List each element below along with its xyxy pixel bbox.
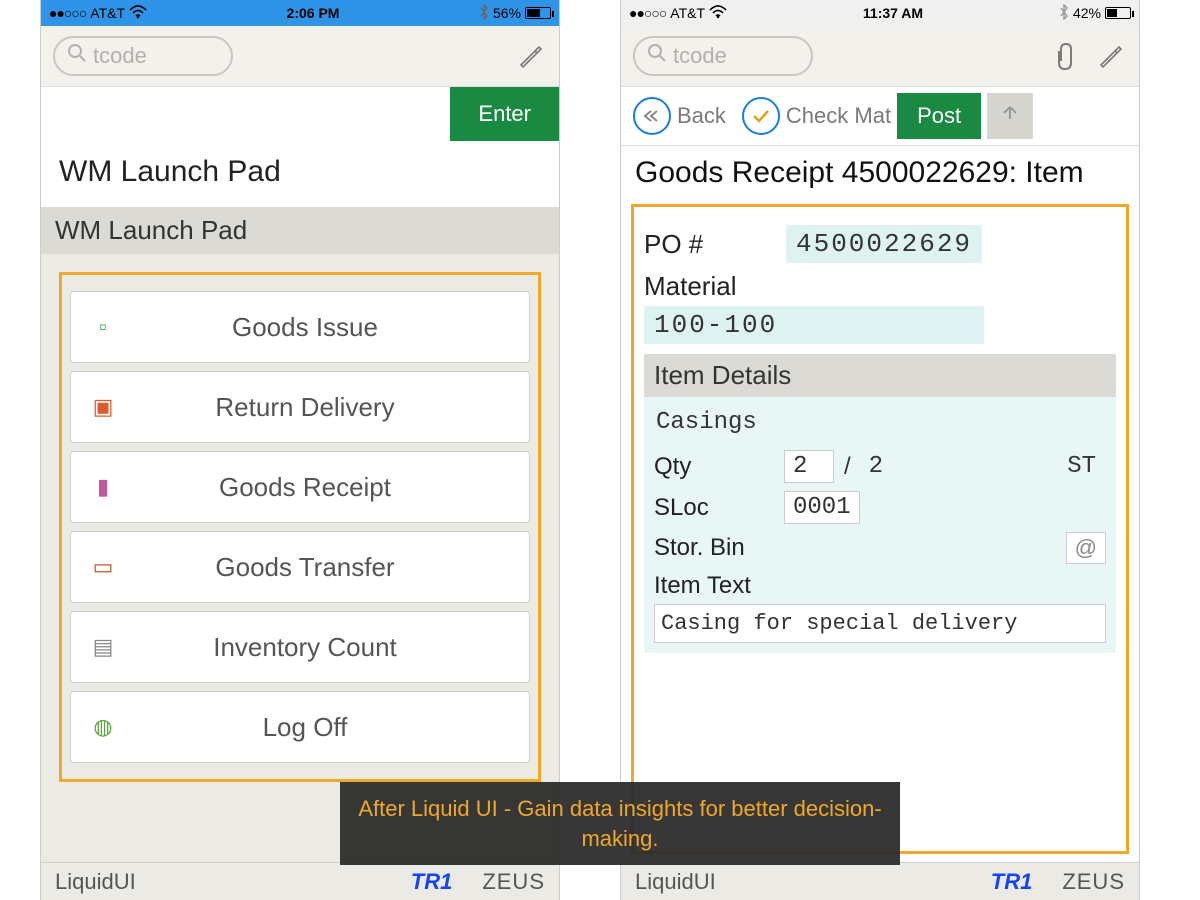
item-details-header: Item Details: [644, 354, 1116, 397]
sloc-input[interactable]: 0001: [784, 491, 860, 524]
footer-bar: LiquidUI TR1 ZEUS: [41, 862, 559, 900]
search-placeholder: tcode: [93, 43, 147, 69]
menu-item-goods-receipt[interactable]: ▮ Goods Receipt: [70, 451, 530, 523]
item-details-section: Casings Qty 2 / 2 ST SLoc 0001 Stor. Bin: [644, 397, 1116, 653]
back-label[interactable]: Back: [677, 103, 726, 129]
footer-brand: LiquidUI: [55, 869, 136, 895]
screwdriver-icon[interactable]: [1093, 39, 1127, 73]
carrier-label: AT&T: [670, 5, 705, 21]
form-body: PO # 4500022629 Material 100-100 Item De…: [621, 204, 1139, 862]
copy-icon: ▭: [89, 554, 117, 580]
storbin-label: Stor. Bin: [654, 534, 774, 562]
at-icon[interactable]: @: [1066, 532, 1106, 564]
itemtext-label: Item Text: [654, 572, 1106, 600]
search-icon: [67, 43, 87, 69]
clock-label: 11:37 AM: [863, 5, 923, 21]
screwdriver-icon[interactable]: [513, 39, 547, 73]
search-input[interactable]: tcode: [633, 36, 813, 76]
signal-icon: ●●○○○: [629, 5, 666, 21]
clock-label: 2:06 PM: [287, 5, 340, 21]
footer-bar: LiquidUI TR1 ZEUS: [621, 862, 1139, 900]
footer-server: ZEUS: [482, 869, 545, 895]
search-input[interactable]: tcode: [53, 36, 233, 76]
battery-percent: 56%: [493, 5, 521, 21]
search-placeholder: tcode: [673, 43, 727, 69]
menu-item-label: Return Delivery: [139, 392, 511, 423]
wifi-icon: [129, 5, 147, 22]
enter-button[interactable]: Enter: [450, 87, 559, 141]
document-icon: ▫: [89, 314, 117, 340]
qty-unit: ST: [1067, 453, 1106, 480]
carrier-label: AT&T: [90, 5, 125, 21]
battery-icon: [1105, 7, 1131, 19]
menu-item-return-delivery[interactable]: ▣ Return Delivery: [70, 371, 530, 443]
check-button-icon[interactable]: [742, 97, 780, 135]
menu-item-label: Log Off: [139, 712, 511, 743]
truck-icon: ▣: [89, 394, 117, 420]
menu-item-label: Goods Transfer: [139, 552, 511, 583]
signal-icon: ●●○○○: [49, 5, 86, 21]
share-icon[interactable]: [987, 93, 1033, 139]
menu-highlight-frame: ▫ Goods Issue ▣ Return Delivery ▮ Goods Recei…: [59, 272, 541, 782]
footer-brand: LiquidUI: [635, 869, 716, 895]
menu-item-goods-transfer[interactable]: ▭ Goods Transfer: [70, 531, 530, 603]
caption-overlay: After Liquid UI - Gain data insights for…: [340, 782, 900, 865]
menu-item-label: Inventory Count: [139, 632, 511, 663]
check-material-label[interactable]: Check Mat: [786, 103, 891, 129]
po-label: PO #: [644, 229, 774, 260]
enter-row: Enter: [41, 86, 559, 141]
footer-system: TR1: [411, 869, 453, 895]
menu-item-log-off[interactable]: ◍ Log Off: [70, 691, 530, 763]
item-name: Casings: [654, 403, 1106, 442]
qty-label: Qty: [654, 453, 774, 481]
menu-container: ▫ Goods Issue ▣ Return Delivery ▮ Goods Recei…: [41, 254, 559, 862]
menu-item-label: Goods Issue: [139, 312, 511, 343]
search-icon: [647, 43, 667, 69]
qty-separator: /: [844, 453, 851, 481]
sloc-label: SLoc: [654, 494, 774, 522]
wifi-icon: [709, 5, 727, 22]
post-button[interactable]: Post: [897, 93, 981, 139]
bluetooth-icon: [479, 4, 489, 23]
menu-item-inventory-count[interactable]: ▤ Inventory Count: [70, 611, 530, 683]
phone-left: ●●○○○ AT&T 2:06 PM 56% tcode: [40, 0, 560, 900]
qty-input[interactable]: 2: [784, 450, 834, 483]
menu-item-goods-issue[interactable]: ▫ Goods Issue: [70, 291, 530, 363]
material-label: Material: [644, 271, 1116, 302]
status-bar: ●●○○○ AT&T 11:37 AM 42%: [621, 0, 1139, 26]
chart-icon: ▮: [89, 474, 117, 500]
qty-total: 2: [861, 451, 911, 482]
bluetooth-icon: [1059, 4, 1069, 23]
paperclip-icon[interactable]: [1049, 39, 1083, 73]
menu-item-label: Goods Receipt: [139, 472, 511, 503]
form-highlight-frame: PO # 4500022629 Material 100-100 Item De…: [631, 204, 1129, 854]
section-header: WM Launch Pad: [41, 207, 559, 254]
material-value[interactable]: 100-100: [644, 306, 984, 344]
globe-icon: ◍: [89, 714, 117, 740]
page-title: Goods Receipt 4500022629: Item: [621, 146, 1139, 204]
battery-icon: [525, 7, 551, 19]
search-row: tcode: [41, 26, 559, 86]
search-row: tcode: [621, 26, 1139, 86]
back-button-icon[interactable]: [633, 97, 671, 135]
calculator-icon: ▤: [89, 634, 117, 660]
itemtext-input[interactable]: Casing for special delivery: [654, 604, 1106, 643]
po-value: 4500022629: [786, 225, 982, 263]
action-bar: Back Check Mat Post: [621, 86, 1139, 146]
phone-right: ●●○○○ AT&T 11:37 AM 42% tcode: [620, 0, 1140, 900]
battery-percent: 42%: [1073, 5, 1101, 21]
footer-server: ZEUS: [1062, 869, 1125, 895]
page-title: WM Launch Pad: [41, 141, 559, 207]
status-bar: ●●○○○ AT&T 2:06 PM 56%: [41, 0, 559, 26]
footer-system: TR1: [991, 869, 1033, 895]
